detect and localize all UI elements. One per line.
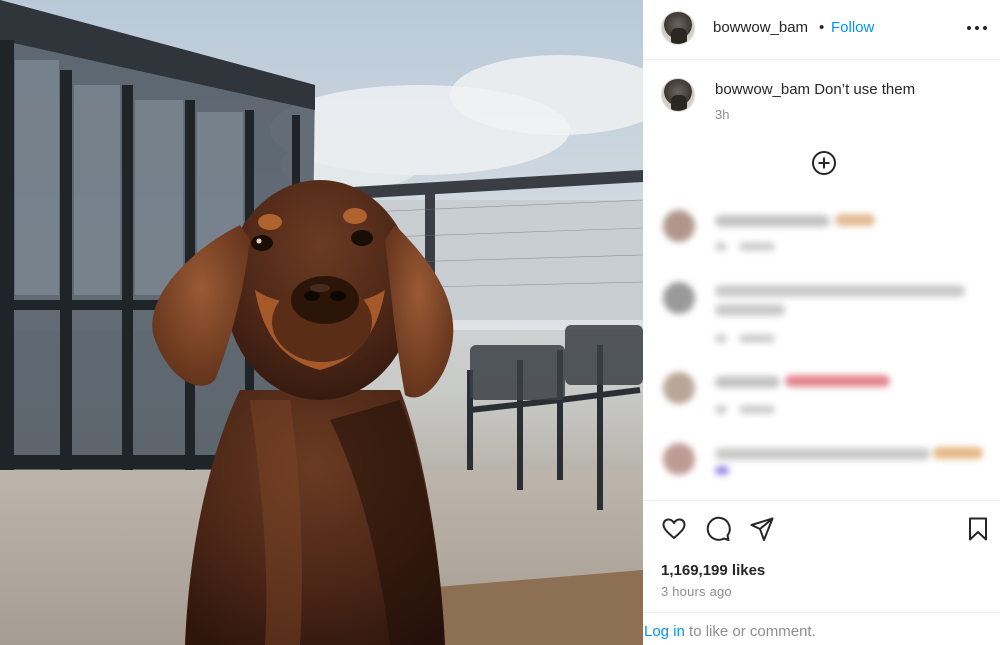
author-username[interactable]: bowwow_bam: [713, 19, 808, 36]
login-prompt: Log in to like or comment.: [643, 612, 1000, 645]
comment-icon[interactable]: [705, 516, 731, 542]
caption-avatar[interactable]: [661, 78, 695, 112]
posted-timestamp[interactable]: 3 hours ago: [661, 584, 732, 599]
login-link[interactable]: Log in: [644, 623, 685, 640]
more-horizontal-icon[interactable]: [965, 16, 989, 40]
follow-button[interactable]: Follow: [831, 19, 874, 36]
caption-line: bowwow_bam Don’t use them: [715, 81, 915, 98]
comment-item-blurred: [643, 440, 1000, 500]
bookmark-icon[interactable]: [965, 516, 991, 542]
login-line: Log in to like or comment.: [644, 623, 816, 640]
caption-timestamp[interactable]: 3h: [715, 107, 729, 122]
likes-count[interactable]: 1,169,199 likes: [661, 562, 765, 579]
post-photo[interactable]: [0, 0, 643, 645]
post-side-panel: bowwow_bam • Follow bowwow_bam Don’t use…: [643, 0, 1000, 645]
comment-item-blurred: [643, 280, 1000, 355]
plus-circle-icon[interactable]: [811, 150, 837, 176]
post-header: bowwow_bam • Follow: [643, 0, 1000, 60]
caption-text: Don’t use them: [814, 81, 916, 98]
separator-dot: •: [819, 19, 825, 36]
login-rest-text: to like or comment.: [684, 623, 816, 640]
comment-item-blurred: [643, 205, 1000, 265]
caption-username[interactable]: bowwow_bam: [715, 81, 810, 98]
comment-item-blurred: [643, 368, 1000, 428]
send-icon[interactable]: [749, 516, 775, 542]
dog-photo-illustration: [0, 0, 643, 645]
heart-icon[interactable]: [661, 516, 687, 542]
post-actions: 1,169,199 likes 3 hours ago: [643, 500, 1000, 612]
author-avatar[interactable]: [661, 11, 695, 45]
